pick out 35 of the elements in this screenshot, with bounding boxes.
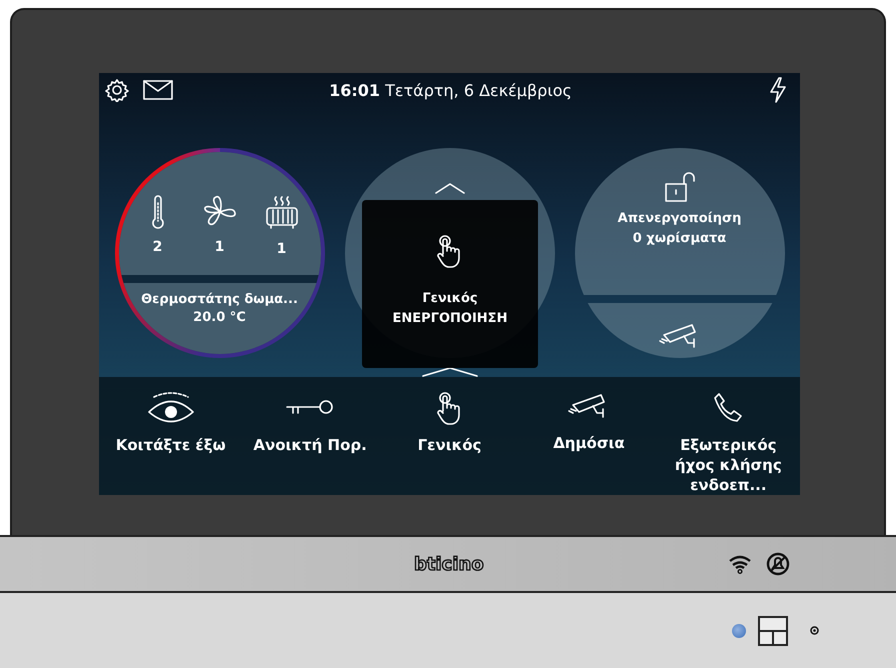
open-padlock-icon [664,172,696,204]
radiator-icon [264,195,298,232]
favourite-button[interactable]: Εξωτερικός ήχος κλήσης ενδοεπ... [658,377,798,495]
settings-icon[interactable] [105,78,129,102]
home-key[interactable] [758,616,788,646]
alarm-zones: 0 χωρίσματα [632,230,726,248]
pointing-hand-icon [437,234,463,268]
brand-logo: bticino [414,554,485,574]
envelope-icon[interactable] [143,79,173,102]
chevron-up-icon[interactable] [422,367,478,377]
eye-icon [146,391,196,425]
favourite-button[interactable]: Δημόσια [519,377,659,495]
chevron-up-icon [434,182,464,194]
device-count: 1 [276,241,286,258]
thermostat-name: Θερμοστάτης δωμα... [141,290,298,309]
scenario-popup[interactable]: Γενικός ΕΝΕΡΓΟΠΟΙΗΣΗ [362,200,538,368]
date-time: 16:01 Τετάρτη, 6 Δεκέμβριος [328,80,573,100]
favourite-button[interactable]: Γενικός [380,377,520,495]
wifi-icon [728,554,752,574]
pointing-hand-icon [436,391,463,425]
lightning-icon[interactable] [768,77,788,104]
alarm-status: Απενεργοποίηση [618,210,742,228]
status-led [732,624,746,638]
microphone-hole-icon [810,626,819,635]
popup-title: Γενικός [422,290,478,308]
device-count: 2 [152,239,162,256]
temperature-value: 20.0 °C [193,308,246,327]
thermometer-icon [150,195,164,230]
device-count: 1 [214,239,224,256]
favourite-button[interactable]: Ανοικτή Πορ. [240,377,380,495]
thermostat-ring[interactable]: 2 1 1 Θερμοστάτης δωμα... 20.0 °C [114,148,324,358]
popup-action: ΕΝΕΡΓΟΠΟΙΗΣΗ [392,310,508,328]
favourite-button[interactable]: Κοιτάξτε έξω [101,377,240,495]
alarm-panel[interactable]: Απενεργοποίηση 0 χωρίσματα [574,148,784,295]
muted-bell-icon [766,552,790,576]
